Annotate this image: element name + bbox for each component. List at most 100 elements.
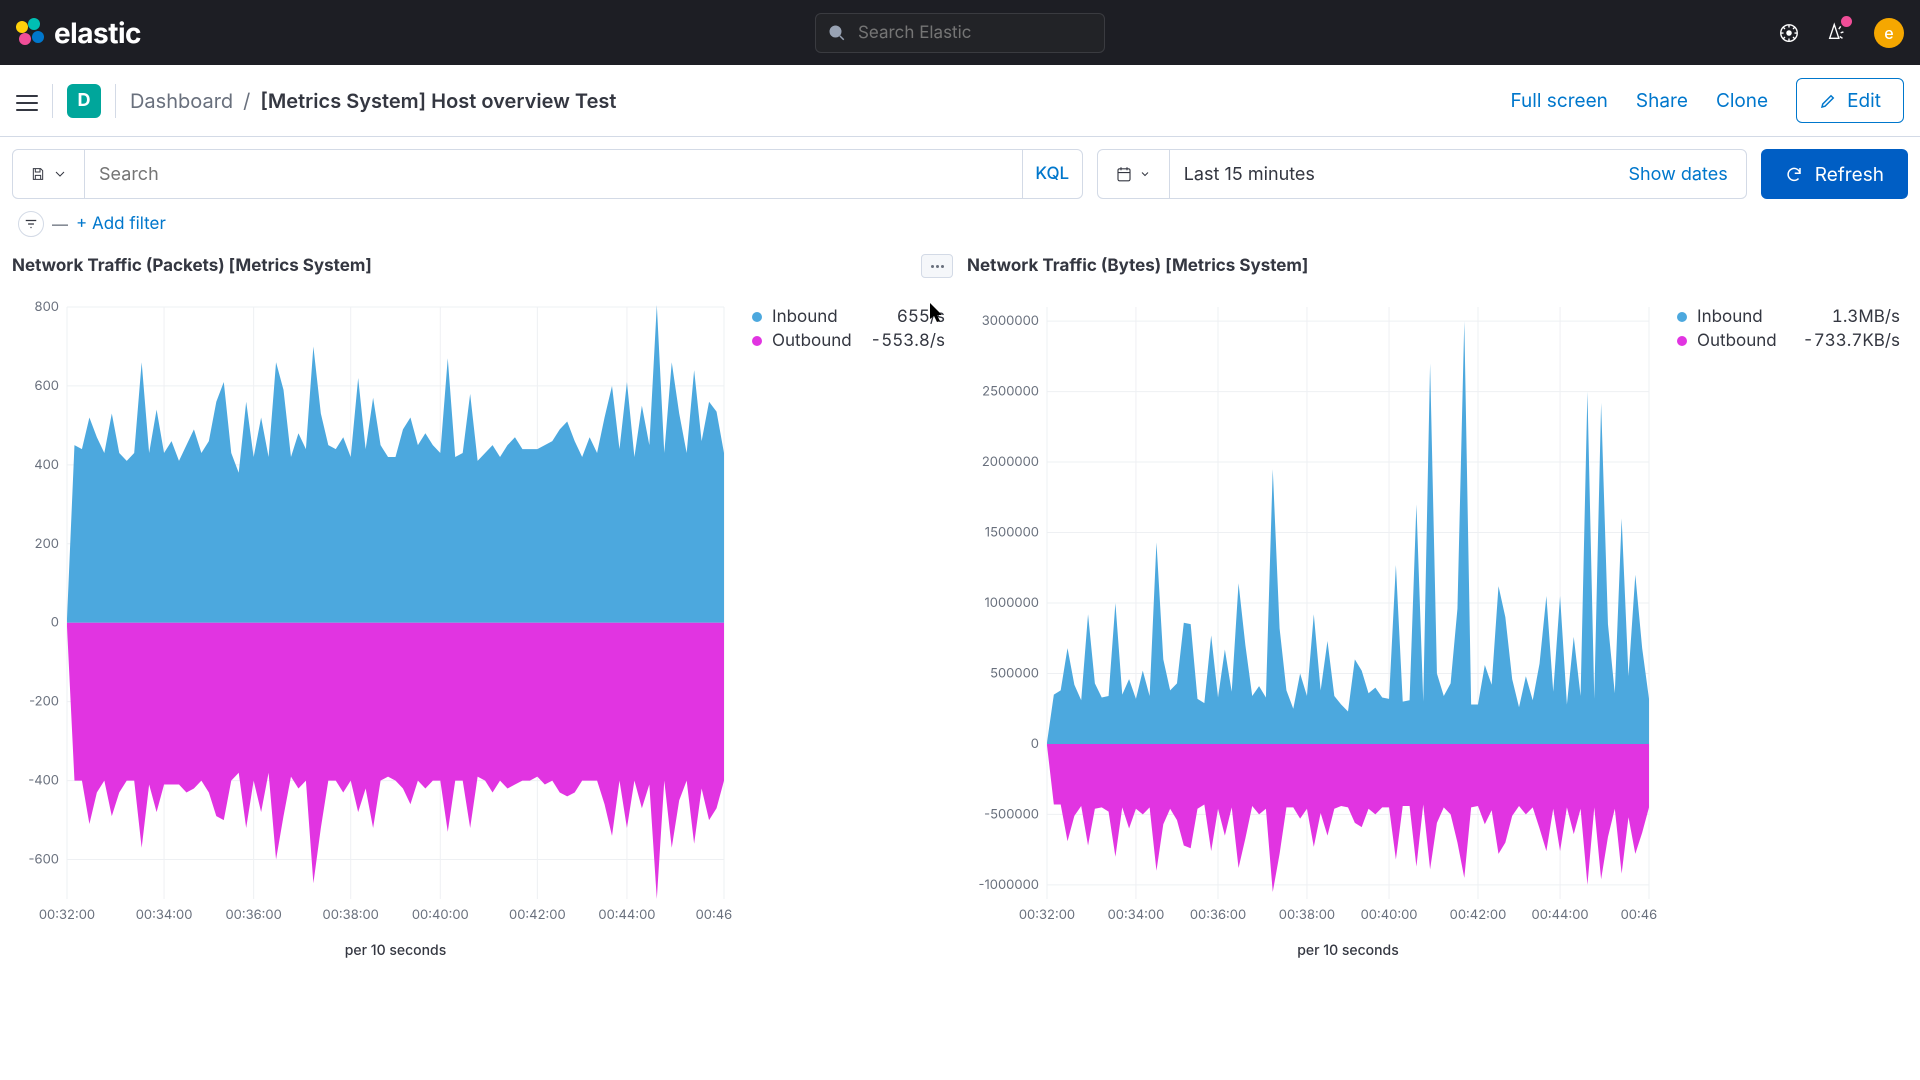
- legend-label: Outbound: [772, 331, 852, 351]
- filter-bar: — + Add filter: [0, 211, 1920, 251]
- edit-button-label: Edit: [1847, 89, 1881, 112]
- legend-label: Inbound: [1697, 307, 1763, 327]
- calendar-icon: [1115, 165, 1133, 183]
- chart-legend: Inbound 655/s Outbound -553.8/s: [732, 289, 953, 969]
- svg-text:1000000: 1000000: [985, 595, 1040, 611]
- panel-menu-button[interactable]: [921, 254, 953, 278]
- svg-text:00:32:00: 00:32:00: [1019, 907, 1075, 923]
- date-picker-button[interactable]: [1098, 150, 1170, 198]
- brand-text: elastic: [54, 16, 141, 50]
- query-input[interactable]: [85, 150, 1022, 198]
- refresh-label: Refresh: [1815, 163, 1884, 186]
- legend-item-outbound[interactable]: Outbound -553.8/s: [752, 331, 945, 351]
- svg-text:per 10 seconds: per 10 seconds: [345, 942, 447, 959]
- legend-item-inbound[interactable]: Inbound 1.3MB/s: [1677, 307, 1900, 327]
- svg-text:-1000000: -1000000: [979, 877, 1039, 893]
- user-avatar[interactable]: e: [1874, 18, 1904, 48]
- svg-text:800: 800: [35, 299, 59, 315]
- refresh-button[interactable]: Refresh: [1761, 149, 1908, 199]
- pencil-icon: [1819, 92, 1837, 110]
- svg-text:00:36:00: 00:36:00: [1190, 907, 1246, 923]
- svg-text:per 10 seconds: per 10 seconds: [1297, 942, 1399, 959]
- svg-text:-600: -600: [29, 852, 59, 868]
- svg-text:00:46:00: 00:46:00: [696, 907, 732, 923]
- elastic-logo[interactable]: elastic: [16, 16, 141, 50]
- elastic-logo-icon: [16, 18, 46, 48]
- legend-value: 655/s: [897, 307, 945, 327]
- svg-text:00:36:00: 00:36:00: [225, 907, 281, 923]
- svg-text:500000: 500000: [990, 665, 1039, 681]
- panel-packets: Network Traffic (Packets) [Metrics Syste…: [12, 251, 953, 969]
- svg-text:00:38:00: 00:38:00: [1279, 907, 1335, 923]
- query-bar: KQL Last 15 minutes Show dates Refresh: [0, 137, 1920, 211]
- svg-text:0: 0: [51, 615, 59, 631]
- legend-dot-icon: [1677, 312, 1687, 322]
- saved-queries-button[interactable]: [13, 150, 85, 198]
- filter-icon: [24, 217, 38, 231]
- legend-label: Outbound: [1697, 331, 1777, 351]
- date-range-text[interactable]: Last 15 minutes: [1170, 150, 1611, 198]
- global-search[interactable]: [815, 13, 1105, 53]
- svg-text:2000000: 2000000: [982, 454, 1039, 470]
- svg-text:00:44:00: 00:44:00: [1532, 907, 1589, 923]
- svg-text:1500000: 1500000: [985, 525, 1039, 541]
- global-header: elastic e: [0, 0, 1920, 65]
- svg-text:00:38:00: 00:38:00: [323, 907, 379, 923]
- svg-text:00:40:00: 00:40:00: [1361, 907, 1418, 923]
- panel-title: Network Traffic (Packets) [Metrics Syste…: [12, 256, 372, 276]
- show-dates-button[interactable]: Show dates: [1610, 150, 1745, 198]
- chart-packets[interactable]: -600 -400 -200 0 200 400 600 800 00:32:00 00:34:0…: [12, 289, 732, 969]
- divider: [115, 84, 116, 118]
- breadcrumb-current: [Metrics System] Host overview Test: [260, 89, 616, 113]
- legend-item-outbound[interactable]: Outbound -733.7KB/s: [1677, 331, 1900, 351]
- legend-item-inbound[interactable]: Inbound 655/s: [752, 307, 945, 327]
- chevron-down-icon: [52, 166, 68, 182]
- svg-text:-400: -400: [28, 773, 59, 789]
- breadcrumb-sep: /: [243, 89, 250, 113]
- svg-text:00:46:00: 00:46:00: [1621, 907, 1657, 923]
- chevron-down-icon: [1139, 168, 1151, 180]
- share-button[interactable]: Share: [1636, 89, 1688, 112]
- legend-dot-icon: [752, 312, 762, 322]
- divider: [52, 84, 53, 118]
- svg-text:00:42:00: 00:42:00: [509, 907, 566, 923]
- add-filter-button[interactable]: + Add filter: [76, 214, 166, 234]
- clone-button[interactable]: Clone: [1716, 89, 1768, 112]
- app-badge[interactable]: D: [67, 84, 101, 118]
- panel-bytes: Network Traffic (Bytes) [Metrics System]…: [967, 251, 1908, 969]
- chart-legend: Inbound 1.3MB/s Outbound -733.7KB/s: [1657, 289, 1908, 969]
- svg-text:600: 600: [35, 378, 59, 394]
- svg-text:400: 400: [34, 457, 59, 473]
- dashboard-panels: Network Traffic (Packets) [Metrics Syste…: [0, 251, 1920, 999]
- legend-value: 1.3MB/s: [1832, 307, 1900, 327]
- refresh-icon: [1785, 165, 1803, 183]
- news-feed-button[interactable]: [1826, 20, 1848, 46]
- svg-text:00:34:00: 00:34:00: [136, 907, 193, 923]
- kql-toggle[interactable]: KQL: [1022, 150, 1082, 198]
- legend-dot-icon: [752, 336, 762, 346]
- query-field: KQL: [12, 149, 1083, 199]
- svg-text:00:34:00: 00:34:00: [1108, 907, 1165, 923]
- svg-text:00:32:00: 00:32:00: [39, 907, 95, 923]
- breadcrumb-root[interactable]: Dashboard: [130, 89, 233, 113]
- edit-button[interactable]: Edit: [1796, 78, 1904, 123]
- svg-text:00:42:00: 00:42:00: [1450, 907, 1507, 923]
- filter-menu-button[interactable]: [18, 211, 44, 237]
- svg-text:00:44:00: 00:44:00: [598, 907, 655, 923]
- svg-text:0: 0: [1031, 736, 1039, 752]
- svg-text:-200: -200: [29, 694, 59, 710]
- integrations-icon[interactable]: [1778, 22, 1800, 44]
- search-icon: [828, 24, 846, 42]
- global-search-input[interactable]: [856, 22, 1092, 44]
- full-screen-button[interactable]: Full screen: [1510, 89, 1607, 112]
- nav-toggle-button[interactable]: [16, 90, 38, 112]
- page-header: D Dashboard / [Metrics System] Host over…: [0, 65, 1920, 137]
- chart-bytes[interactable]: -1000000-5000000500000100000015000002000…: [967, 289, 1657, 969]
- legend-value: -733.7KB/s: [1803, 331, 1900, 351]
- svg-text:200: 200: [35, 536, 59, 552]
- svg-text:00:40:00: 00:40:00: [412, 907, 469, 923]
- filter-sep: —: [52, 214, 68, 234]
- svg-text:3000000: 3000000: [982, 313, 1039, 329]
- svg-text:2500000: 2500000: [982, 384, 1039, 400]
- legend-value: -553.8/s: [870, 331, 945, 351]
